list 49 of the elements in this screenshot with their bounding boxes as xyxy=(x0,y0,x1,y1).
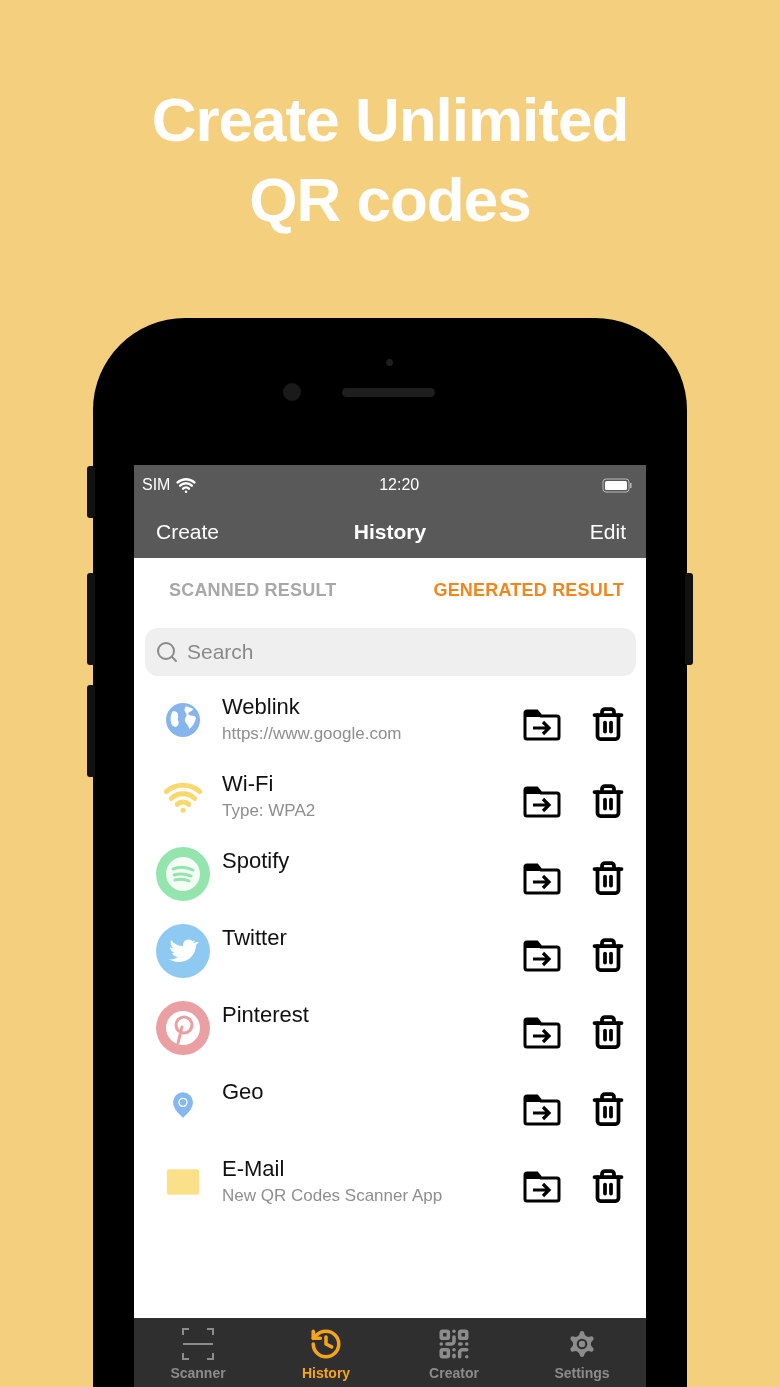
segment-tab[interactable]: GENERATED RESULT xyxy=(433,580,624,603)
folder-arrow-icon xyxy=(523,1092,561,1126)
search-icon xyxy=(155,640,179,664)
folder-arrow-icon xyxy=(523,1015,561,1049)
trash-icon xyxy=(590,706,626,742)
carrier-label: SIM xyxy=(142,476,171,494)
trash-icon xyxy=(590,1091,626,1127)
item-title: Twitter xyxy=(222,925,288,951)
battery-icon xyxy=(602,477,632,493)
globe-icon xyxy=(165,702,201,738)
item-title: Weblink xyxy=(222,694,301,720)
folder-arrow-icon xyxy=(523,1169,561,1203)
trash-icon xyxy=(590,783,626,819)
search-field[interactable]: Search xyxy=(145,628,636,676)
folder-arrow-icon xyxy=(523,938,561,972)
item-title: Pinterest xyxy=(222,1002,310,1028)
spotify-icon xyxy=(155,846,211,902)
pin-icon xyxy=(155,1000,211,1056)
folder-arrow-icon xyxy=(523,861,561,895)
segment-tab[interactable]: SCANNED RESULT xyxy=(169,580,337,603)
scan-icon xyxy=(181,1327,215,1361)
status-time: 12:20 xyxy=(379,476,420,494)
folder-arrow-icon xyxy=(523,707,561,741)
item-subtitle: Type: WPA2 xyxy=(222,801,317,821)
headline: Create Unlimited QR codes xyxy=(150,84,630,236)
qr-code-icon xyxy=(437,1327,471,1361)
tab-bar-item[interactable]: Settings xyxy=(518,1318,646,1387)
item-title: Spotify xyxy=(222,848,291,874)
trash-icon xyxy=(590,1014,626,1050)
wifi-signal-icon xyxy=(176,475,197,495)
trash-icon xyxy=(590,937,626,973)
trash-icon xyxy=(590,860,626,896)
bird-icon xyxy=(155,923,211,979)
tab-bar-item[interactable]: History xyxy=(262,1318,390,1387)
item-title: E-Mail xyxy=(222,1156,286,1182)
item-title: Geo xyxy=(222,1079,265,1105)
history-icon xyxy=(309,1327,343,1361)
nav-title: History xyxy=(353,519,427,543)
folder-arrow-icon xyxy=(523,784,561,818)
tab-bar-item[interactable]: Scanner xyxy=(134,1318,262,1387)
edit-button[interactable]: Edit xyxy=(589,519,626,544)
create-button[interactable]: Create xyxy=(156,519,220,544)
item-subtitle: New QR Codes Scanner App xyxy=(222,1186,444,1206)
front-camera xyxy=(283,383,301,401)
item-title: Wi-Fi xyxy=(222,771,275,797)
item-subtitle: https://www.google.com xyxy=(222,724,403,744)
trash-icon xyxy=(590,1168,626,1204)
tab-bar-item[interactable]: Creator xyxy=(390,1318,518,1387)
sensor-dot xyxy=(386,359,393,366)
